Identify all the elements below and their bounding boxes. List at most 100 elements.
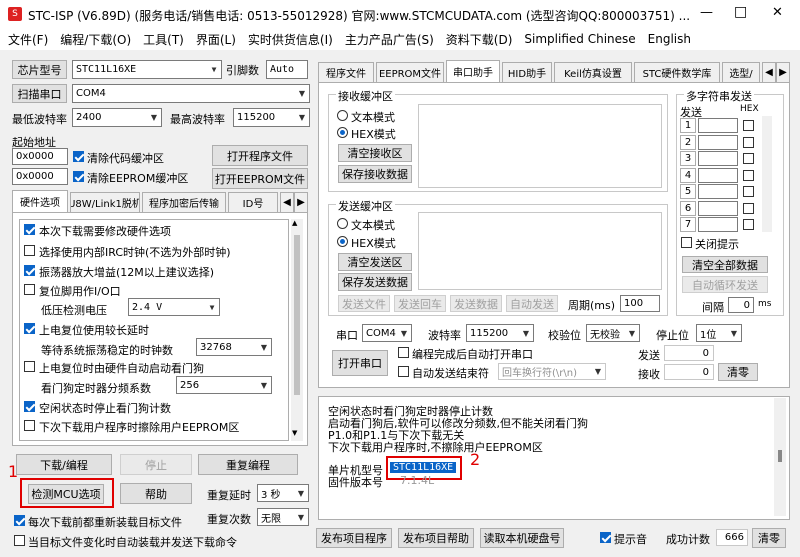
send-file-button[interactable]: 发送文件	[338, 295, 390, 312]
recv-hex-mode-radio[interactable]	[337, 127, 348, 138]
multi-send-row-button[interactable]: 1	[680, 118, 696, 133]
menu-docs[interactable]: 资料下载(D)	[446, 31, 513, 48]
menu-english[interactable]: English	[648, 32, 691, 46]
minimize-button[interactable]: —	[700, 5, 713, 20]
clear-send-button[interactable]: 清空发送区	[338, 253, 412, 271]
log-scrollbar[interactable]	[774, 398, 786, 516]
auto-end-checkbox[interactable]	[398, 366, 409, 377]
multi-send-row-button[interactable]: 5	[680, 184, 696, 199]
baud-select[interactable]: 115200 ▼	[466, 324, 534, 342]
tab-id-number[interactable]: ID号	[228, 192, 278, 212]
tab-eeprom-file[interactable]: EEPROM文件	[376, 62, 444, 82]
clear-eeprom-checkbox[interactable]	[73, 171, 84, 182]
scroll-up-icon[interactable]: ▲	[292, 219, 297, 227]
wdt-divider-select[interactable]: 256 ▼	[176, 376, 272, 394]
tab-keil-settings[interactable]: Keil仿真设置	[554, 62, 632, 82]
tab-scroll-left[interactable]: ◀	[762, 62, 776, 82]
multi-send-hex-checkbox[interactable]	[743, 153, 754, 164]
open-program-file-button[interactable]: 打开程序文件	[212, 145, 308, 166]
pin-count-select[interactable]: Auto	[266, 60, 308, 79]
recv-text-mode-radio[interactable]	[337, 110, 348, 121]
tab-hardware-options[interactable]: 硬件选项	[12, 190, 68, 212]
multi-string-scrollbar[interactable]	[762, 116, 772, 232]
period-input[interactable]: 100	[620, 295, 660, 312]
option-checkbox[interactable]	[24, 361, 35, 372]
chip-model-label[interactable]: 芯片型号	[12, 60, 67, 79]
help-button[interactable]: 帮助	[120, 483, 192, 504]
menu-ads[interactable]: 主力产品广告(S)	[345, 31, 434, 48]
clear-success-button[interactable]: 清零	[752, 528, 786, 548]
tab-program-file[interactable]: 程序文件	[318, 62, 374, 82]
send-data-button[interactable]: 发送数据	[450, 295, 502, 312]
multi-send-row-input[interactable]	[698, 217, 738, 232]
save-send-button[interactable]: 保存发送数据	[338, 273, 412, 291]
min-baud-select[interactable]: 2400 ▼	[72, 108, 162, 127]
tab-scroll-right[interactable]: ▶	[776, 62, 790, 82]
tab-serial-assistant[interactable]: 串口助手	[446, 60, 500, 82]
save-receive-button[interactable]: 保存接收数据	[338, 165, 412, 183]
scroll-thumb[interactable]	[294, 235, 300, 395]
clear-code-checkbox[interactable]	[73, 151, 84, 162]
publish-program-button[interactable]: 发布项目程序	[316, 528, 392, 548]
multi-send-row-input[interactable]	[698, 134, 738, 150]
multi-send-row-input[interactable]	[698, 184, 738, 199]
reload-file-checkbox[interactable]	[14, 515, 25, 526]
auto-loop-send-button[interactable]: 自动循环发送	[682, 276, 768, 293]
multi-send-row-button[interactable]: 3	[680, 151, 696, 166]
multi-send-row-button[interactable]: 6	[680, 200, 696, 216]
repeat-program-button[interactable]: 重复编程	[198, 454, 298, 475]
option-checkbox[interactable]	[24, 224, 35, 235]
port-select-right[interactable]: COM4 ▼	[362, 324, 412, 342]
option-checkbox[interactable]	[24, 245, 35, 256]
scroll-thumb[interactable]	[778, 450, 782, 462]
tab-selection[interactable]: 选型/	[722, 62, 760, 82]
multi-send-row-input[interactable]	[698, 151, 738, 166]
send-hex-mode-radio[interactable]	[337, 236, 348, 247]
open-port-button[interactable]: 打开串口	[332, 350, 388, 376]
multi-send-row-button[interactable]: 4	[680, 167, 696, 183]
clear-all-button[interactable]: 清空全部数据	[682, 256, 768, 273]
multi-send-hex-checkbox[interactable]	[743, 219, 754, 230]
options-scrollbar[interactable]: ▲ ▼	[291, 219, 303, 441]
repeat-count-select[interactable]: 无限 ▼	[257, 508, 309, 526]
chip-model-select[interactable]: STC11L16XE ▼	[72, 60, 222, 79]
tab-hid-assistant[interactable]: HID助手	[502, 62, 552, 82]
scan-port-button[interactable]: 扫描串口	[12, 84, 67, 103]
send-enter-button[interactable]: 发送回车	[394, 295, 446, 312]
receive-textarea[interactable]	[418, 104, 662, 188]
multi-send-hex-checkbox[interactable]	[743, 169, 754, 181]
multi-send-row-input[interactable]	[698, 118, 738, 133]
clear-receive-button[interactable]: 清空接收区	[338, 144, 412, 162]
download-program-button[interactable]: 下载/编程	[16, 454, 112, 475]
auto-send-button[interactable]: 自动发送	[506, 295, 558, 312]
multi-send-hex-checkbox[interactable]	[743, 202, 754, 214]
parity-select[interactable]: 无校验 ▼	[586, 324, 640, 342]
scroll-down-icon[interactable]: ▼	[292, 429, 297, 437]
wait-clocks-select[interactable]: 32768 ▼	[196, 338, 272, 356]
option-checkbox[interactable]	[24, 420, 35, 431]
menu-supply[interactable]: 实时供货信息(I)	[248, 31, 333, 48]
eeprom-address-input[interactable]: 0x0000	[12, 168, 68, 185]
auto-open-checkbox[interactable]	[398, 347, 409, 358]
close-tip-checkbox[interactable]	[681, 237, 692, 248]
tab-encrypted-transfer[interactable]: 程序加密后传输	[142, 192, 226, 212]
send-textarea[interactable]	[418, 212, 662, 290]
clear-count-button[interactable]: 清零	[718, 363, 758, 381]
port-select[interactable]: COM4 ▼	[72, 84, 310, 103]
low-voltage-select[interactable]: 2.4 V ▼	[128, 298, 220, 316]
multi-send-hex-checkbox[interactable]	[743, 120, 754, 131]
send-text-mode-radio[interactable]	[337, 218, 348, 229]
read-disk-id-button[interactable]: 读取本机硬盘号	[480, 528, 564, 548]
menu-program[interactable]: 编程/下载(O)	[60, 31, 131, 48]
tab-u8w-offline[interactable]: U8W/Link1脱机	[70, 192, 140, 212]
auto-load-checkbox[interactable]	[14, 535, 25, 546]
maximize-button[interactable]: □	[734, 4, 747, 20]
menu-simplified-chinese[interactable]: Simplified Chinese	[524, 32, 635, 46]
code-address-input[interactable]: 0x0000	[12, 148, 68, 165]
multi-send-hex-checkbox[interactable]	[743, 186, 754, 197]
option-checkbox[interactable]	[24, 265, 35, 276]
max-baud-select[interactable]: 115200 ▼	[233, 108, 310, 127]
stop-bits-select[interactable]: 1位 ▼	[696, 324, 742, 342]
multi-send-row-button[interactable]: 2	[680, 134, 696, 150]
stop-button[interactable]: 停止	[120, 454, 192, 475]
